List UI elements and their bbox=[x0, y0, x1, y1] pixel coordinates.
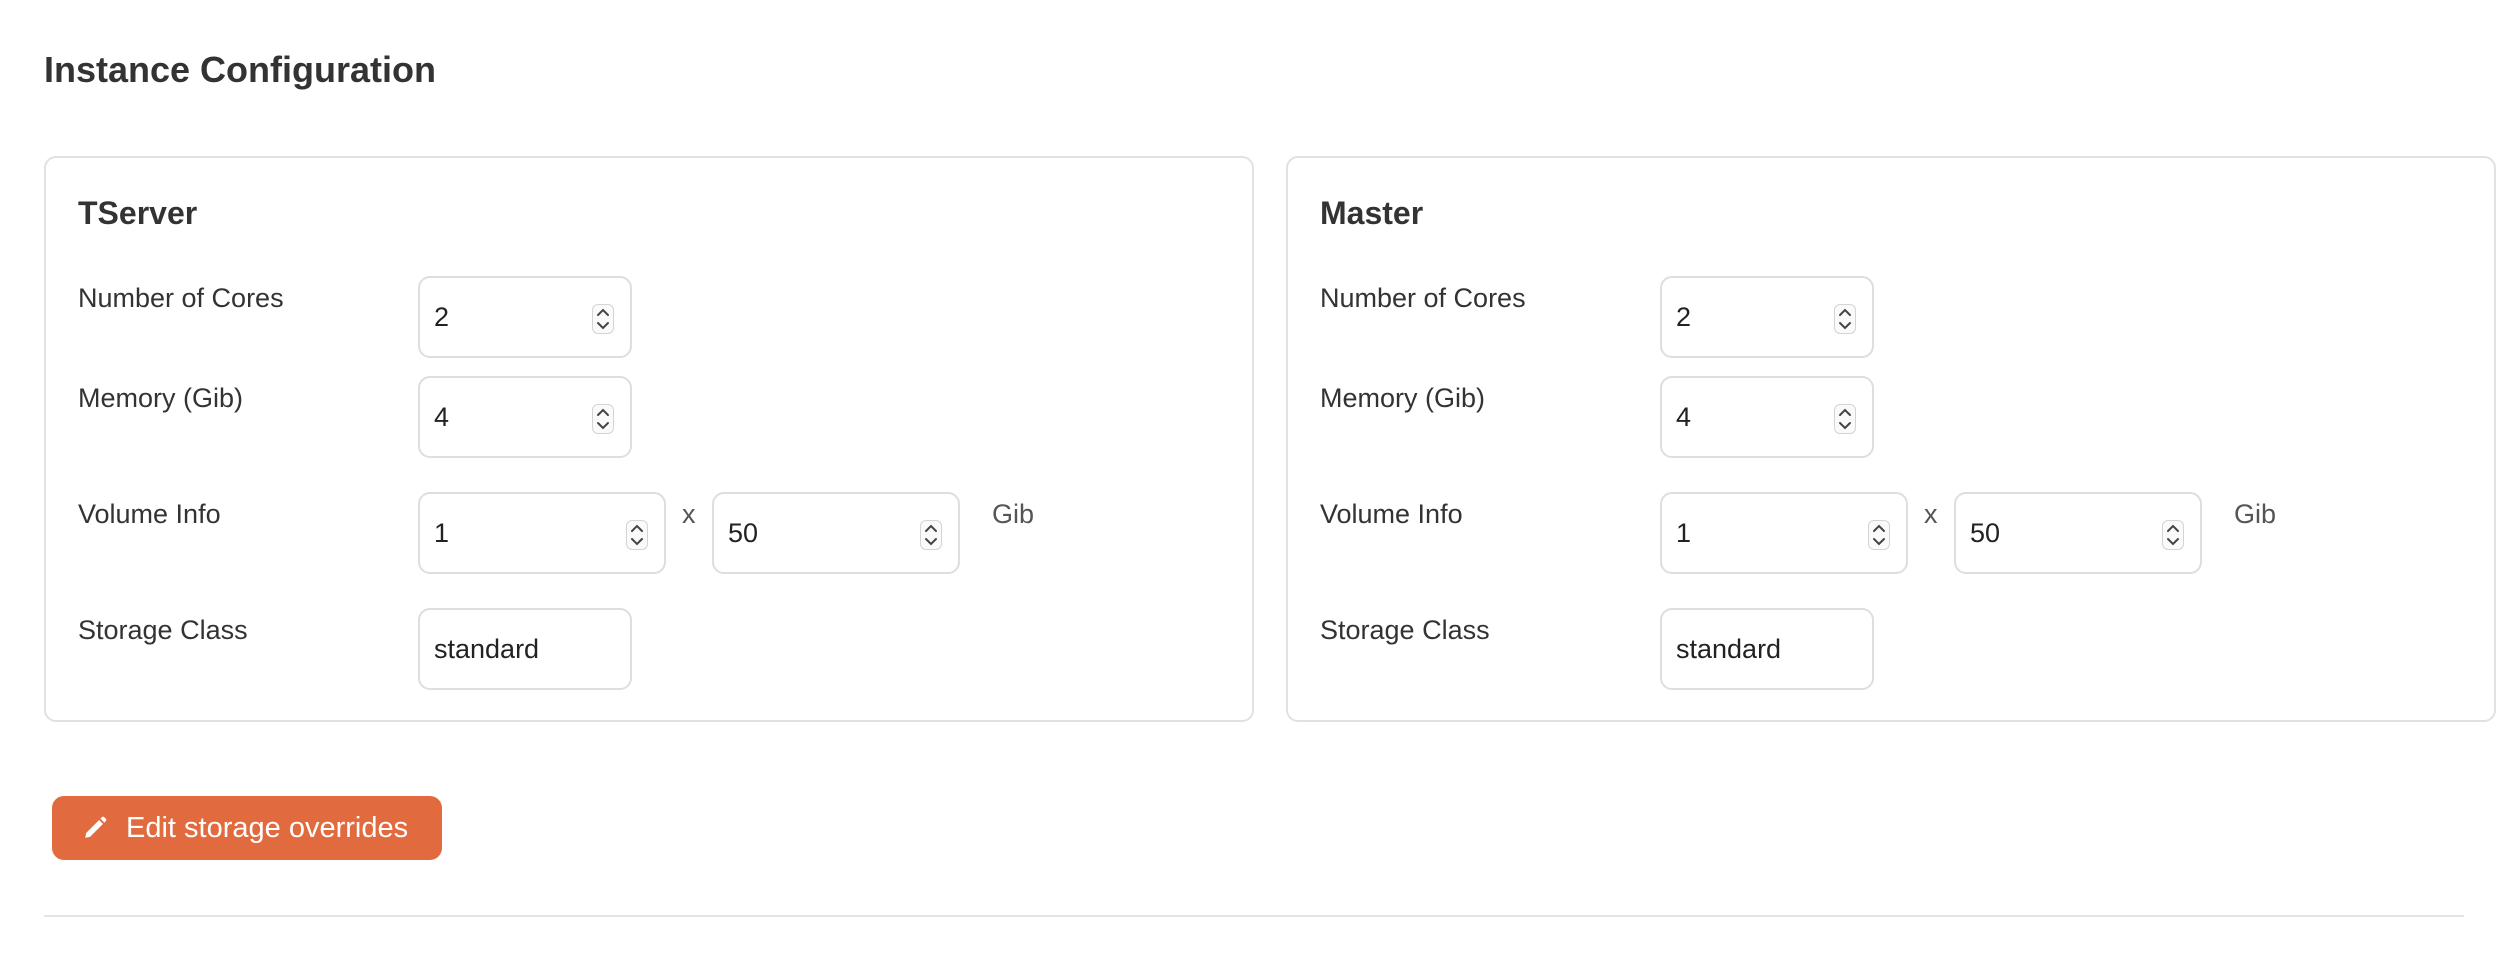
chevron-down-icon[interactable] bbox=[1837, 420, 1853, 431]
chevron-up-icon[interactable] bbox=[1837, 407, 1853, 418]
chevron-up-icon[interactable] bbox=[1837, 307, 1853, 318]
master-volume-size-input[interactable] bbox=[1970, 494, 2120, 572]
master-storage-input[interactable] bbox=[1676, 610, 1826, 688]
tserver-cores-input[interactable] bbox=[434, 278, 584, 356]
tserver-cores-field[interactable] bbox=[418, 276, 632, 358]
section-divider bbox=[44, 915, 2464, 917]
tserver-volume-unit: Gib bbox=[992, 499, 1035, 529]
master-volume-count-input[interactable] bbox=[1676, 494, 1826, 572]
tserver-panel: TServer Number of Cores Memory (Gib) Vol… bbox=[44, 156, 1254, 722]
tserver-memory-label: Memory (Gib) bbox=[78, 383, 244, 413]
master-volume-unit: Gib bbox=[2234, 499, 2277, 529]
master-cores-label: Number of Cores bbox=[1320, 283, 1526, 313]
chevron-up-icon[interactable] bbox=[923, 523, 939, 534]
tserver-volume-size-field[interactable] bbox=[712, 492, 960, 574]
master-volume-size-spinner[interactable] bbox=[2162, 520, 2184, 550]
master-volume-times: x bbox=[1924, 499, 1938, 529]
tserver-storage-input[interactable] bbox=[434, 610, 584, 688]
tserver-title: TServer bbox=[78, 195, 198, 231]
tserver-memory-spinner[interactable] bbox=[592, 404, 614, 434]
master-cores-input[interactable] bbox=[1676, 278, 1826, 356]
chevron-down-icon[interactable] bbox=[629, 536, 645, 547]
master-memory-spinner[interactable] bbox=[1834, 404, 1856, 434]
chevron-up-icon[interactable] bbox=[1871, 523, 1887, 534]
tserver-volume-count-spinner[interactable] bbox=[626, 520, 648, 550]
pencil-icon bbox=[85, 816, 107, 838]
tserver-storage-field[interactable] bbox=[418, 608, 632, 690]
master-volume-size-field[interactable] bbox=[1954, 492, 2202, 574]
tserver-volume-times: x bbox=[682, 499, 696, 529]
master-memory-input[interactable] bbox=[1676, 378, 1826, 456]
chevron-up-icon[interactable] bbox=[595, 307, 611, 318]
tserver-cores-label: Number of Cores bbox=[78, 283, 284, 313]
master-volume-count-spinner[interactable] bbox=[1868, 520, 1890, 550]
edit-storage-overrides-button[interactable]: Edit storage overrides bbox=[52, 796, 442, 860]
tserver-memory-input[interactable] bbox=[434, 378, 584, 456]
master-volume-count-field[interactable] bbox=[1660, 492, 1908, 574]
chevron-down-icon[interactable] bbox=[1837, 320, 1853, 331]
master-memory-field[interactable] bbox=[1660, 376, 1874, 458]
tserver-volume-count-input[interactable] bbox=[434, 494, 584, 572]
master-volume-label: Volume Info bbox=[1320, 499, 1463, 529]
tserver-storage-label: Storage Class bbox=[78, 615, 248, 645]
master-title: Master bbox=[1320, 195, 1424, 231]
chevron-up-icon[interactable] bbox=[595, 407, 611, 418]
chevron-down-icon[interactable] bbox=[923, 536, 939, 547]
edit-storage-overrides-label: Edit storage overrides bbox=[126, 811, 409, 844]
tserver-volume-count-field[interactable] bbox=[418, 492, 666, 574]
chevron-down-icon[interactable] bbox=[1871, 536, 1887, 547]
tserver-volume-size-spinner[interactable] bbox=[920, 520, 942, 550]
chevron-down-icon[interactable] bbox=[595, 420, 611, 431]
chevron-up-icon[interactable] bbox=[2165, 523, 2181, 534]
master-panel: Master Number of Cores Memory (Gib) Volu… bbox=[1286, 156, 2496, 722]
chevron-up-icon[interactable] bbox=[629, 523, 645, 534]
master-memory-label: Memory (Gib) bbox=[1320, 383, 1486, 413]
master-cores-spinner[interactable] bbox=[1834, 304, 1856, 334]
tserver-volume-label: Volume Info bbox=[78, 499, 221, 529]
chevron-down-icon[interactable] bbox=[2165, 536, 2181, 547]
chevron-down-icon[interactable] bbox=[595, 320, 611, 331]
tserver-volume-size-input[interactable] bbox=[728, 494, 878, 572]
master-cores-field[interactable] bbox=[1660, 276, 1874, 358]
tserver-memory-field[interactable] bbox=[418, 376, 632, 458]
master-storage-field[interactable] bbox=[1660, 608, 1874, 690]
page-title: Instance Configuration bbox=[44, 49, 437, 90]
master-storage-label: Storage Class bbox=[1320, 615, 1490, 645]
tserver-cores-spinner[interactable] bbox=[592, 304, 614, 334]
